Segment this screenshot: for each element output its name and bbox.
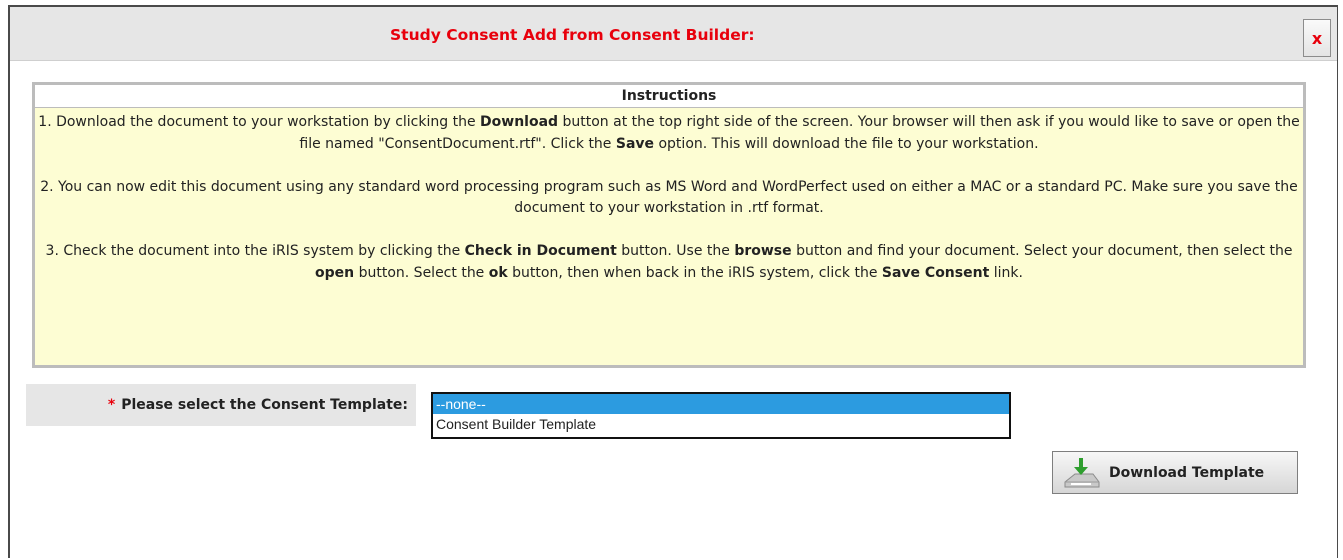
instructions-heading: Instructions: [35, 85, 1303, 108]
instruction-step: 1. Download the document to your worksta…: [38, 112, 1300, 155]
required-marker: *: [107, 397, 116, 413]
instruction-text: option. This will download the file to y…: [654, 135, 1039, 152]
instruction-keyword: Download: [480, 114, 559, 130]
instructions-panel: Instructions 1. Download the document to…: [32, 82, 1306, 368]
instruction-keyword: ok: [488, 264, 508, 281]
instruction-text: button, then when back in the iRIS syste…: [507, 264, 882, 281]
instruction-text: button and find your document. Select yo…: [791, 243, 1293, 259]
instruction-keyword: Save Consent: [881, 264, 990, 281]
instruction-keyword: open: [315, 264, 355, 281]
instruction-text: 1. Download the document to your worksta…: [38, 114, 481, 130]
instruction-text: 3. Check the document into the iRIS syst…: [45, 243, 465, 259]
instruction-text: button. Select the: [354, 264, 489, 281]
instruction-keyword: Check in Document: [464, 243, 617, 259]
download-icon: [1064, 457, 1100, 487]
instruction-text: 2. You can now edit this document using …: [40, 178, 1298, 217]
dialog-titlebar: Study Consent Add from Consent Builder: …: [10, 7, 1337, 61]
template-option[interactable]: --none--: [433, 394, 1009, 414]
instruction-text: button. Use the: [616, 243, 735, 259]
instruction-keyword: Save: [615, 135, 655, 152]
instructions-body: 1. Download the document to your worksta…: [35, 108, 1303, 284]
template-label: Please select the Consent Template:: [121, 397, 408, 413]
instruction-keyword: browse: [734, 243, 792, 259]
download-template-button[interactable]: Download Template: [1052, 451, 1298, 494]
instruction-text: link.: [989, 264, 1023, 281]
close-button[interactable]: x: [1303, 19, 1331, 57]
consent-template-listbox[interactable]: --none-- Consent Builder Template: [431, 392, 1011, 439]
instruction-step: 2. You can now edit this document using …: [38, 177, 1300, 220]
template-label-cell: * Please select the Consent Template:: [26, 384, 416, 426]
dialog-title: Study Consent Add from Consent Builder:: [390, 26, 755, 44]
template-option[interactable]: Consent Builder Template: [433, 414, 1009, 434]
instruction-step: 3. Check the document into the iRIS syst…: [38, 241, 1300, 284]
download-template-label: Download Template: [1109, 464, 1265, 481]
